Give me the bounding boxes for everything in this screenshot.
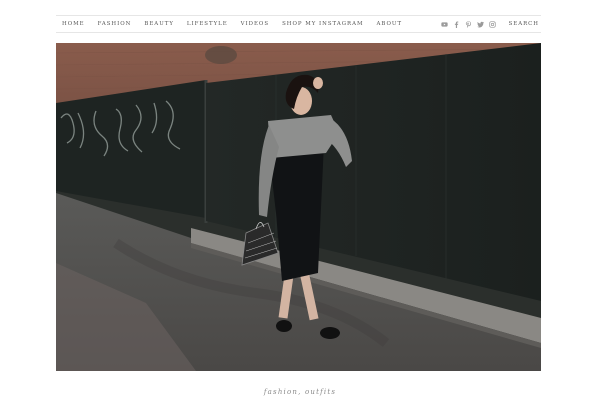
nav-item-home[interactable]: HOME bbox=[62, 21, 85, 27]
nav-item-lifestyle[interactable]: LIFESTYLE bbox=[187, 21, 228, 27]
social-links bbox=[437, 20, 497, 28]
nav-item-beauty[interactable]: BEAUTY bbox=[144, 21, 174, 27]
nav-item-fashion[interactable]: FASHION bbox=[98, 21, 132, 27]
post-categories[interactable]: fashion, outfits bbox=[0, 388, 600, 396]
instagram-icon[interactable] bbox=[489, 20, 497, 28]
hero-photo bbox=[56, 43, 541, 371]
search-button[interactable]: SEARCH bbox=[509, 21, 541, 27]
nav-item-videos[interactable]: VIDEOS bbox=[241, 21, 269, 27]
hero-image[interactable] bbox=[56, 43, 541, 371]
nav-links: HOME FASHION BEAUTY LIFESTYLE VIDEOS SHO… bbox=[56, 21, 415, 27]
nav-right: SEARCH bbox=[437, 20, 541, 28]
youtube-icon[interactable] bbox=[441, 20, 449, 28]
nav-item-shop-my-instagram[interactable]: SHOP MY INSTAGRAM bbox=[282, 21, 363, 27]
pinterest-icon[interactable] bbox=[465, 20, 473, 28]
top-nav: HOME FASHION BEAUTY LIFESTYLE VIDEOS SHO… bbox=[56, 15, 541, 33]
nav-item-about[interactable]: ABOUT bbox=[377, 21, 403, 27]
twitter-icon[interactable] bbox=[477, 20, 485, 28]
facebook-icon[interactable] bbox=[453, 20, 461, 28]
